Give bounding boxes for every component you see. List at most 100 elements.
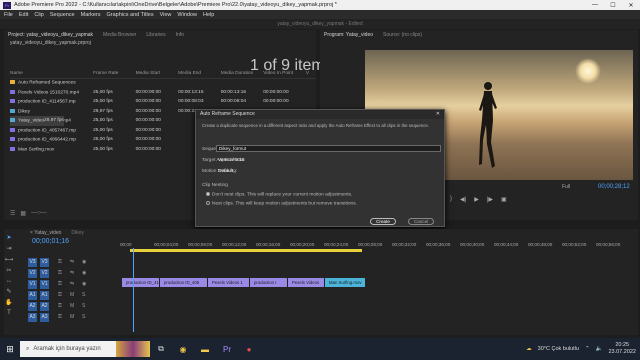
radio-dont-nest[interactable] [206,192,210,196]
tab-dikey[interactable]: Dikey [71,230,84,236]
hand-icon[interactable]: ✋ [5,299,12,306]
list-view-icon[interactable]: ☰ [10,210,15,217]
tab-close-icon[interactable]: × [30,230,33,236]
eye-icon[interactable]: ◉ [82,270,86,276]
track-target[interactable]: A2 [28,302,37,311]
selection-tool-icon[interactable]: ➤ [6,234,11,241]
playhead[interactable] [133,248,134,332]
type-icon[interactable]: T [7,310,11,316]
track-header[interactable]: A2 A2 ⚿ M S [28,301,120,312]
track-header[interactable]: V2 V2 ⚿ ⇋ ◉ [28,268,120,279]
maximize-button[interactable]: ☐ [604,2,622,9]
work-area-bar[interactable] [130,249,362,252]
create-button[interactable]: Create [370,218,396,225]
sequence-name-input[interactable]: Dikey_formut [216,145,441,152]
lock-icon[interactable]: ⚿ [58,259,62,265]
slip-icon[interactable]: ↔ [6,278,12,284]
dont-nest-option[interactable]: Don't nest clips. This will replace your… [206,192,352,197]
col-media-end[interactable]: Media End [178,69,221,79]
track-header[interactable]: A1 A1 ⚿ M S [28,290,120,301]
track-name[interactable]: A1 [40,291,49,300]
minimize-button[interactable]: — [586,2,604,9]
menu-window[interactable]: Window [177,12,197,18]
solo-icon[interactable]: S [82,303,85,309]
track-target[interactable]: A1 [28,291,37,300]
track-name[interactable]: V1 [40,280,49,289]
tray-arrow-icon[interactable]: ⌃ [585,346,590,352]
mute-icon[interactable]: M [70,303,74,309]
menu-edit[interactable]: Edit [19,12,28,18]
step-back-icon[interactable]: ◀| [460,196,466,203]
col-frame-rate[interactable]: Frame Rate [93,69,136,79]
windows-start-icon[interactable]: ⊞ [0,344,20,355]
lock-icon[interactable]: ⚿ [58,281,62,287]
clock[interactable]: 20:25 23.07.2022 [608,342,636,356]
col-v[interactable]: V [305,69,316,79]
tab-media-browser[interactable]: Media Browser [103,32,136,38]
solo-icon[interactable]: S [82,314,85,320]
volume-icon[interactable]: 🔈 [596,346,603,352]
tab-info[interactable]: Info [176,32,184,38]
solo-icon[interactable]: S [82,292,85,298]
mark-out-icon[interactable]: } [450,196,452,203]
col-media-start[interactable]: Media Start [135,69,179,79]
timeline-clip[interactable]: Man Surfing.mov [325,278,365,287]
timeline-clip[interactable]: production ID_41 [122,278,159,287]
play-icon[interactable]: ▶ [474,196,479,203]
lock-icon[interactable]: ⚿ [58,314,62,320]
step-forward-icon[interactable]: |▶ [487,196,493,203]
menu-view[interactable]: View [160,12,172,18]
track-name[interactable]: A2 [40,302,49,311]
timeline-clip[interactable]: production ID_405 [160,278,207,287]
icon-view-icon[interactable]: ▦ [20,210,26,217]
track-target[interactable]: V3 [28,258,37,267]
col-media-duration[interactable]: Media Duration [220,69,264,79]
ripple-edit-icon[interactable]: ⟷ [5,256,14,263]
export-frame-icon[interactable]: ▣ [501,196,507,203]
tab-program[interactable]: Program: Yatay_video [324,32,373,38]
menu-markers[interactable]: Markers [81,12,101,18]
close-button[interactable]: ✕ [622,2,640,9]
file-explorer-icon[interactable]: ▬ [194,345,216,354]
lock-icon[interactable]: ⚿ [58,303,62,309]
track-target[interactable]: A3 [28,313,37,322]
eye-icon[interactable]: ◉ [82,281,86,287]
project-row[interactable]: Yatay_video 29,97 fps [10,116,64,126]
resolution-select[interactable]: Full [562,184,570,190]
dialog-close-icon[interactable]: ✕ [436,110,440,119]
motion-tracking-select[interactable]: Default [218,169,233,174]
sync-lock-icon[interactable]: ⇋ [70,281,74,287]
track-name[interactable]: V2 [40,269,49,278]
menu-sequence[interactable]: Sequence [50,12,75,18]
menu-file[interactable]: File [4,12,13,18]
zoom-slider[interactable]: —○— [31,210,47,216]
mute-icon[interactable]: M [70,314,74,320]
sync-lock-icon[interactable]: ⇋ [70,270,74,276]
tab-libraries[interactable]: Libraries [146,32,165,38]
timeline-clip[interactable]: production I [250,278,287,287]
tab-yatay-video[interactable]: × Yatay_video [30,230,61,236]
track-name[interactable]: V3 [40,258,49,267]
project-row[interactable]: Pexels Videos 1510270.mp4 25,00 fps 00:00:… [10,88,316,98]
mute-icon[interactable]: M [70,292,74,298]
track-select-icon[interactable]: ⇥ [6,245,11,252]
menu-clip[interactable]: Clip [34,12,43,18]
cancel-button[interactable]: Cancel [408,218,434,225]
track-target[interactable]: V1 [28,280,37,289]
screen-recorder-icon[interactable]: ● [238,345,260,354]
timeline-timecode[interactable]: 00;00;01;16 [32,238,69,245]
track-name[interactable]: A3 [40,313,49,322]
lock-icon[interactable]: ⚿ [58,270,62,276]
tab-project[interactable]: Project: yatay_videoyu_dikey_yapmak [8,32,93,38]
col-name[interactable]: Name [10,69,94,79]
col-video-in[interactable]: Video In Point [263,69,306,79]
pen-icon[interactable]: ✎ [6,288,11,295]
tab-source[interactable]: Source: (no clips) [383,32,422,38]
project-row[interactable]: production ID_4114567.mp 25,00 fps 00:00:0… [10,97,316,107]
track-header[interactable]: A3 A3 ⚿ M S [28,312,120,323]
timeline-clip[interactable]: Pexels Videos [288,278,324,287]
radio-nest[interactable] [206,201,210,205]
razor-icon[interactable]: ✂ [6,267,11,274]
menu-help[interactable]: Help [203,12,214,18]
task-view-icon[interactable]: ⧉ [150,344,172,354]
